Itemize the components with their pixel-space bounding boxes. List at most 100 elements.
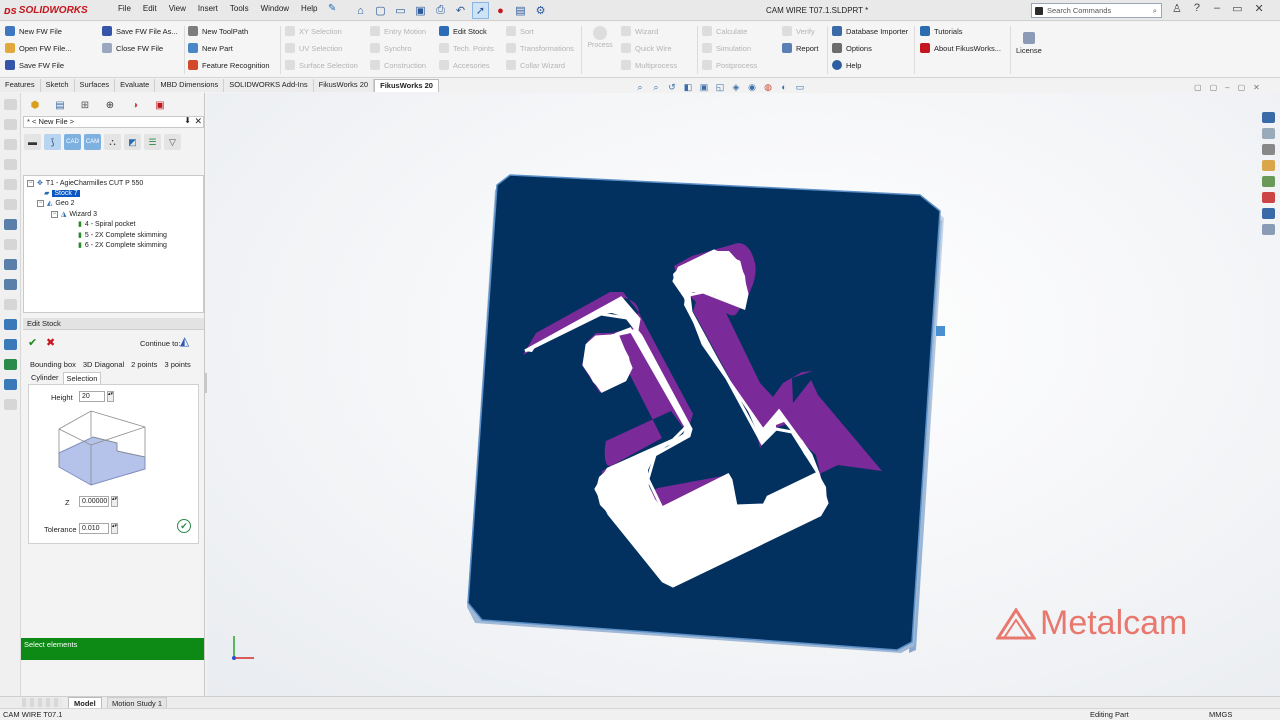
quick-wire-button[interactable]: Quick Wire [621, 43, 677, 53]
collapse-icon[interactable]: − [51, 210, 58, 218]
viewport-maximize-icon[interactable]: ▢ [1238, 83, 1246, 92]
user-icon[interactable]: ♙ [1172, 2, 1182, 15]
tutorials-button[interactable]: Tutorials [920, 26, 1001, 36]
tree-node-op6[interactable]: ▮ 6 - 2X Complete skimming [78, 240, 167, 250]
maximize-icon[interactable]: ▭ [1232, 2, 1242, 15]
about-fikusworks-button[interactable]: About FikusWorks... [920, 43, 1001, 53]
continue-to-icon[interactable]: ◭ [180, 334, 189, 348]
tool-icon-6[interactable] [4, 199, 17, 210]
menu-insert[interactable]: Insert [198, 4, 218, 13]
geometry-icon[interactable]: ◩ [124, 134, 141, 150]
tech-points-button[interactable]: Tech. Points [439, 43, 494, 53]
report-button[interactable]: Report [782, 43, 819, 53]
scroll-arrows-icon[interactable] [22, 698, 62, 707]
license-button[interactable]: License [1016, 32, 1042, 55]
ok-check-icon[interactable]: ✔ [28, 336, 37, 349]
minimize-icon[interactable]: – [1214, 2, 1220, 15]
tab-evaluate[interactable]: Evaluate [115, 79, 156, 92]
tab-selection[interactable]: Selection [62, 372, 102, 384]
wizard-button[interactable]: Wizard [621, 26, 677, 36]
layers-icon[interactable]: ☰ [144, 134, 161, 150]
tab-features[interactable]: Features [0, 79, 41, 92]
tree-node-wizard[interactable]: − ◮ Wizard 3 [51, 209, 97, 219]
display-manager-tab-icon[interactable]: ◑ [124, 97, 146, 113]
tab-surfaces[interactable]: Surfaces [74, 79, 116, 92]
configuration-manager-tab-icon[interactable]: ⊞ [74, 97, 96, 113]
close-icon[interactable]: ✕ [1255, 2, 1264, 15]
view-settings-icon[interactable]: ▭ [794, 82, 806, 93]
view-orientation-icon[interactable]: ◱ [714, 82, 726, 93]
sort-button[interactable]: Sort [506, 26, 574, 36]
tab-bounding-box[interactable]: Bounding box [28, 359, 78, 370]
search-icon[interactable]: ⌕ [1153, 6, 1157, 16]
zoom-to-fit-icon[interactable]: ⌕ [634, 82, 646, 93]
viewport-minimize-icon[interactable]: – [1225, 83, 1229, 92]
menu-window[interactable]: Window [261, 4, 289, 13]
tool-icon-16[interactable] [4, 399, 17, 410]
database-importer-button[interactable]: Database Importer [832, 26, 908, 36]
collapse-icon[interactable]: − [37, 199, 44, 207]
cancel-x-icon[interactable]: ✖ [46, 336, 55, 349]
accesories-button[interactable]: Accesories [439, 60, 494, 70]
feature-manager-tab-icon[interactable]: ⬢ [24, 97, 46, 113]
wire-icon[interactable]: ⟆ [44, 134, 61, 150]
surface-selection-button[interactable]: Surface Selection [285, 60, 358, 70]
help-button[interactable]: Help [832, 60, 908, 70]
panel-close-icon[interactable]: ✕ [194, 116, 202, 126]
new-part-button[interactable]: New Part [188, 43, 270, 53]
tool-icon-4[interactable] [4, 159, 17, 170]
tree-node-op5[interactable]: ▮ 5 - 2X Complete skimming [78, 230, 167, 240]
home-icon[interactable]: ⌂ [352, 2, 369, 19]
tolerance-input[interactable]: 0.010 [79, 523, 109, 534]
tab-3-points[interactable]: 3 points [162, 359, 192, 370]
undo-icon[interactable]: ↶ [452, 2, 469, 19]
options-button[interactable]: Options [832, 43, 908, 53]
solidworks-resources-icon[interactable] [1262, 112, 1275, 123]
task-pane-more-icon[interactable] [1262, 224, 1275, 235]
tool-icon-3[interactable] [4, 139, 17, 150]
file-properties-icon[interactable]: ▤ [512, 2, 529, 19]
zoom-area-icon[interactable]: ⌕ [650, 82, 662, 93]
dynamic-annotation-icon[interactable]: ▣ [698, 82, 710, 93]
help-icon[interactable]: ? [1194, 2, 1200, 15]
panel-splitter[interactable] [204, 373, 207, 393]
postprocess-button[interactable]: Postprocess [702, 60, 757, 70]
tab-mbd-dimensions[interactable]: MBD Dimensions [155, 79, 225, 92]
tree-node-stock[interactable]: ▰ Stock 7 [44, 188, 80, 198]
xy-selection-button[interactable]: XY Selection [285, 26, 358, 36]
file-explorer-icon[interactable] [1262, 144, 1275, 155]
previous-view-icon[interactable]: ↺ [666, 82, 678, 93]
cad-toggle[interactable]: CAD [64, 134, 81, 150]
tool-icon-15[interactable] [4, 379, 17, 390]
menu-help[interactable]: Help [301, 4, 317, 13]
drag-handle[interactable] [936, 326, 945, 336]
process-button[interactable]: Process [587, 26, 613, 49]
tool-icon-5[interactable] [4, 179, 17, 190]
tool-icon-13[interactable] [4, 339, 17, 350]
z-input[interactable]: 0.00000 [79, 496, 109, 507]
tool-icon-2[interactable] [4, 119, 17, 130]
tool-icon-12[interactable] [4, 319, 17, 330]
edit-appearance-icon[interactable]: ◍ [762, 82, 774, 93]
save-fw-file-as-button[interactable]: Save FW File As... [102, 26, 178, 36]
tool-icon-8[interactable] [4, 239, 17, 250]
verify-button[interactable]: Verify [782, 26, 819, 36]
stock-tool-icon[interactable]: ⛬ [104, 134, 121, 150]
open-folder-icon[interactable]: ▭ [392, 2, 409, 19]
hide-show-icon[interactable]: ◉ [746, 82, 758, 93]
print-icon[interactable]: ⎙ [432, 2, 449, 19]
tab-fikusworks-1[interactable]: FikusWorks 20 [313, 79, 375, 92]
tolerance-spinner[interactable]: ▴▾ [111, 523, 118, 534]
search-commands[interactable]: Search Commands ⌕ [1031, 3, 1162, 18]
options-gear-icon[interactable]: ⚙ [532, 2, 549, 19]
save-icon[interactable]: ▣ [412, 2, 429, 19]
search-input[interactable]: Search Commands [1047, 6, 1111, 15]
tree-node-op4[interactable]: ▮ 4 - Spiral pocket [78, 219, 135, 229]
tab-2-points[interactable]: 2 points [129, 359, 159, 370]
feature-recognition-button[interactable]: Feature Recognition [188, 60, 270, 70]
section-view-icon[interactable]: ◧ [682, 82, 694, 93]
uv-selection-button[interactable]: UV Selection [285, 43, 358, 53]
collar-wizard-button[interactable]: Collar Wizard [506, 60, 574, 70]
pin-icon[interactable]: ✎ [328, 3, 336, 14]
menu-view[interactable]: View [169, 4, 186, 13]
